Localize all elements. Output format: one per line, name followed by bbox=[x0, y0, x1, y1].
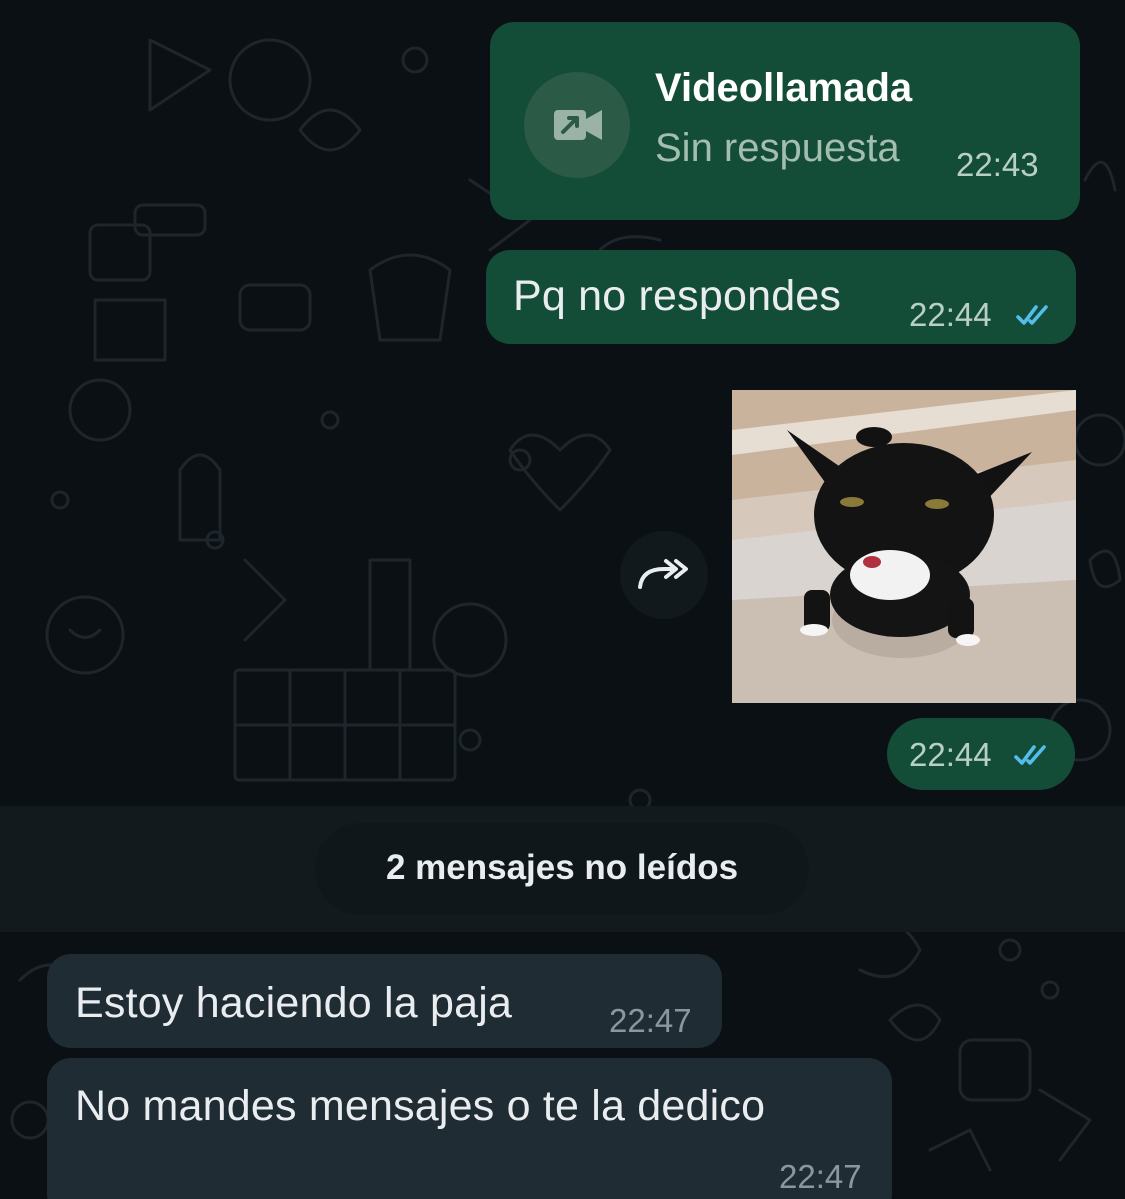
message-time: 22:47 bbox=[779, 1158, 862, 1195]
message-time: 22:44 bbox=[909, 736, 992, 773]
chat-view: Videollamada Sin respuesta 22:43 Pq no r… bbox=[0, 0, 1125, 1199]
image-time-bubble: 22:44 bbox=[887, 718, 1075, 790]
incoming-message-bubble[interactable]: No mandes mensajes o te la dedico 22:47 bbox=[47, 1058, 892, 1199]
read-ticks-icon bbox=[1014, 745, 1046, 765]
message-text: Pq no respondes bbox=[513, 272, 842, 320]
call-status: Sin respuesta bbox=[655, 126, 900, 170]
incoming-message-bubble[interactable]: Estoy haciendo la paja 22:47 bbox=[47, 954, 722, 1048]
video-camera-icon bbox=[554, 110, 602, 140]
unread-divider: 2 mensajes no leídos bbox=[315, 823, 809, 915]
outgoing-message-bubble[interactable]: Pq no respondes 22:44 bbox=[486, 250, 1076, 344]
video-call-icon-container bbox=[524, 72, 630, 178]
forward-button[interactable] bbox=[620, 531, 708, 619]
message-text: No mandes mensajes o te la dedico bbox=[75, 1082, 766, 1130]
message-time: 22:47 bbox=[609, 1002, 692, 1039]
unread-label: 2 mensajes no leídos bbox=[385, 848, 739, 887]
read-ticks-icon bbox=[1016, 305, 1048, 325]
call-title: Videollamada bbox=[655, 66, 913, 110]
call-message-bubble[interactable]: Videollamada Sin respuesta 22:43 bbox=[490, 22, 1080, 220]
message-time: 22:43 bbox=[956, 146, 1039, 183]
message-time: 22:44 bbox=[909, 296, 992, 333]
cat-image bbox=[732, 390, 1076, 703]
forward-icon bbox=[638, 559, 688, 589]
cat-photo[interactable] bbox=[732, 390, 1076, 703]
message-text: Estoy haciendo la paja bbox=[75, 979, 513, 1027]
